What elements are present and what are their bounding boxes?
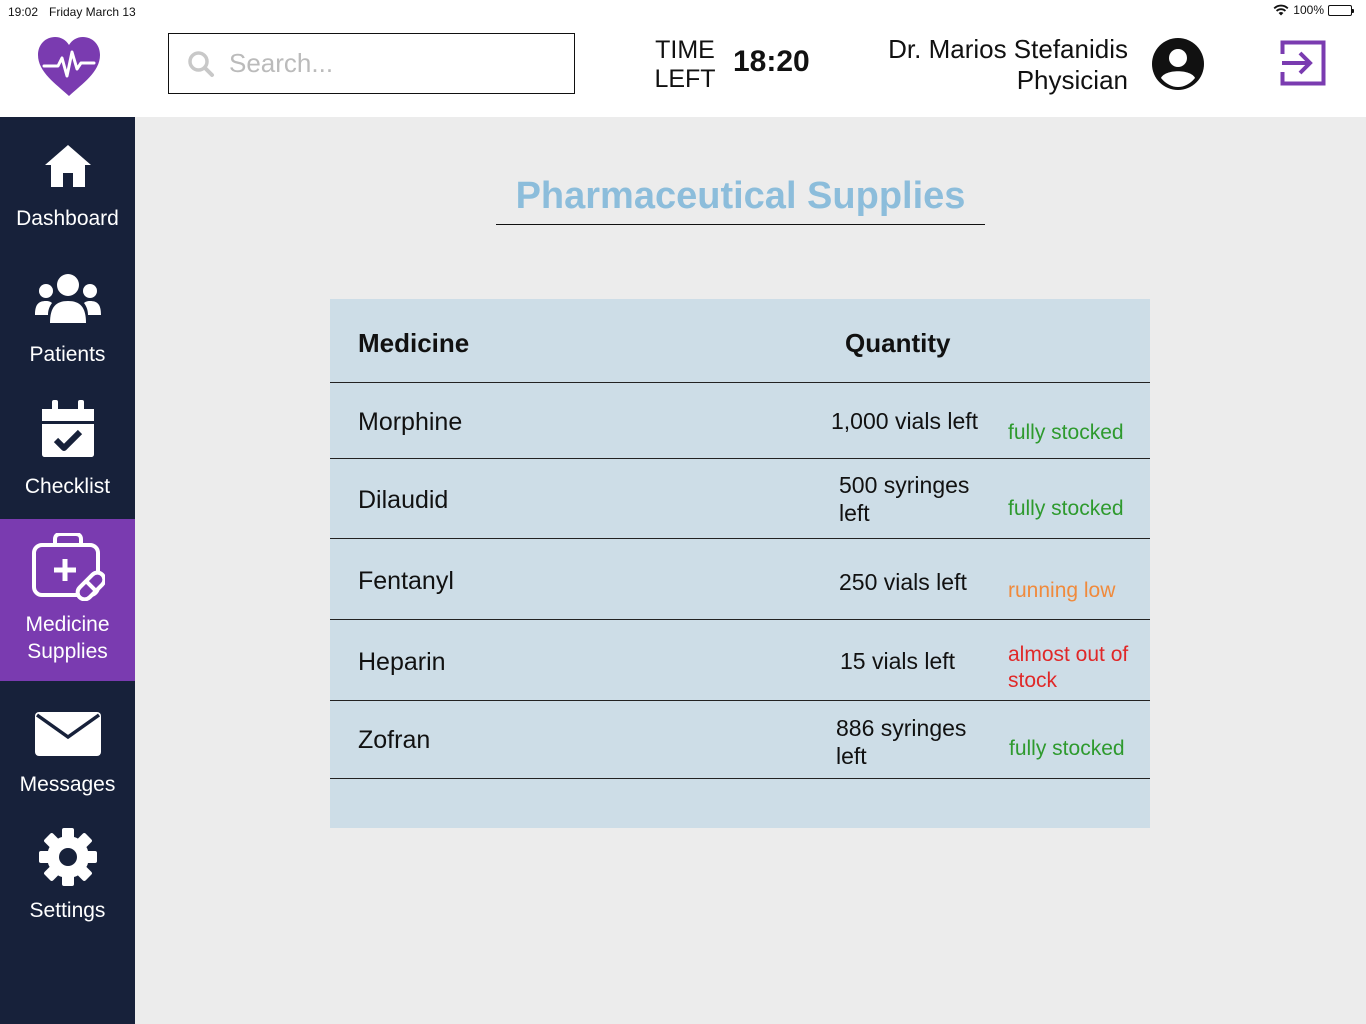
quantity-line1: 886 syringes [836,715,967,741]
status-line1: fully stocked [1008,421,1124,444]
sidebar-item-checklist[interactable]: Checklist [0,399,135,509]
column-header-quantity: Quantity [845,328,951,358]
time-left-value: 18:20 [733,45,810,78]
medicine-name: Fentanyl [358,567,454,595]
sidebar-item-messages[interactable]: Messages [0,711,135,801]
medicine-name: Heparin [358,648,446,676]
header-divider [330,382,1150,383]
row-divider [330,619,1150,620]
gear-icon [38,828,97,886]
quantity-cell: 886 syringes left [836,714,966,770]
logout-icon[interactable] [1280,40,1326,86]
time-left-label: TIME LEFT [645,36,725,94]
medkit-icon [31,533,105,601]
status-line1: fully stocked [1009,737,1125,760]
quantity-cell: 1,000 vials left [831,407,978,435]
status-line1: running low [1008,579,1116,602]
sidebar-item-label-line2: Supplies [27,640,108,663]
time-left-label-line1: TIME [655,36,715,64]
supplies-table: Medicine Quantity Morphine 1,000 vials l… [330,299,1150,828]
sidebar-item-label: Settings [29,899,106,922]
envelope-icon [34,712,101,756]
wifi-icon [1273,4,1289,16]
quantity-cell: 250 vials left [839,568,967,596]
battery-icon [1328,4,1354,16]
sidebar-item-patients[interactable]: Patients [0,271,135,381]
sidebar-item-label: Checklist [24,475,111,498]
sidebar-item-label: Patients [29,343,106,366]
user-info: Dr. Marios Stefanidis Physician [888,34,1128,96]
home-icon [44,145,91,187]
search-box[interactable] [168,33,575,94]
quantity-line2: left [836,743,867,769]
sidebar-item-label: Messages [19,773,116,796]
status-badge: fully stocked [1008,496,1124,522]
status-time: 19:02 [8,5,39,19]
status-date: Friday March 13 [49,5,136,19]
status-line1: fully stocked [1008,497,1124,520]
quantity-cell: 15 vials left [840,647,955,675]
quantity-line1: 250 vials left [839,569,967,595]
row-divider [330,778,1150,779]
title-underline [496,224,985,225]
status-line2: stock [1008,669,1058,692]
sidebar-item-label: Medicine Supplies [0,611,135,665]
medicine-name: Dilaudid [358,486,449,514]
quantity-line2: left [839,500,870,526]
user-name: Dr. Marios Stefanidis [888,34,1128,64]
calendar-check-icon [41,400,94,457]
quantity-line1: 1,000 vials left [831,408,979,434]
search-icon [188,50,214,77]
row-divider [330,700,1150,701]
quantity-cell: 500 syringes left [839,471,969,527]
medicine-name: Morphine [358,408,463,436]
status-right: 100% [1273,3,1354,17]
sidebar-item-settings[interactable]: Settings [0,827,135,927]
medicine-name: Zofran [358,726,431,754]
search-input[interactable] [229,48,559,79]
status-badge: almost out of stock [1008,642,1128,694]
user-role: Physician [1016,65,1128,95]
row-divider [330,538,1150,539]
sidebar-item-label: Dashboard [16,207,119,230]
status-badge: running low [1008,578,1115,604]
sidebar-item-dashboard[interactable]: Dashboard [0,143,135,253]
users-icon [34,274,101,323]
sidebar: Dashboard Patients Checklist Medicine Su… [0,117,135,1024]
time-left-label-line2: LEFT [654,65,716,93]
status-line1: almost out of [1008,643,1129,666]
status-badge: fully stocked [1008,420,1124,446]
row-divider [330,458,1150,459]
sidebar-item-label-line1: Medicine [25,613,110,636]
heart-pulse-logo-icon[interactable] [36,36,102,98]
avatar-icon[interactable] [1152,38,1204,90]
top-header: 19:02 Friday March 13 100% TIME LEFT 18:… [0,0,1366,117]
column-header-medicine: Medicine [358,328,470,358]
sidebar-item-medicine-supplies[interactable]: Medicine Supplies [0,519,135,681]
quantity-line1: 15 vials left [840,648,956,674]
status-badge: fully stocked [1009,736,1125,762]
status-bar: 19:02 Friday March 13 100% [0,0,1366,24]
page-title: Pharmaceutical Supplies [515,175,966,217]
quantity-line1: 500 syringes [839,472,970,498]
battery-percent: 100% [1293,3,1324,17]
